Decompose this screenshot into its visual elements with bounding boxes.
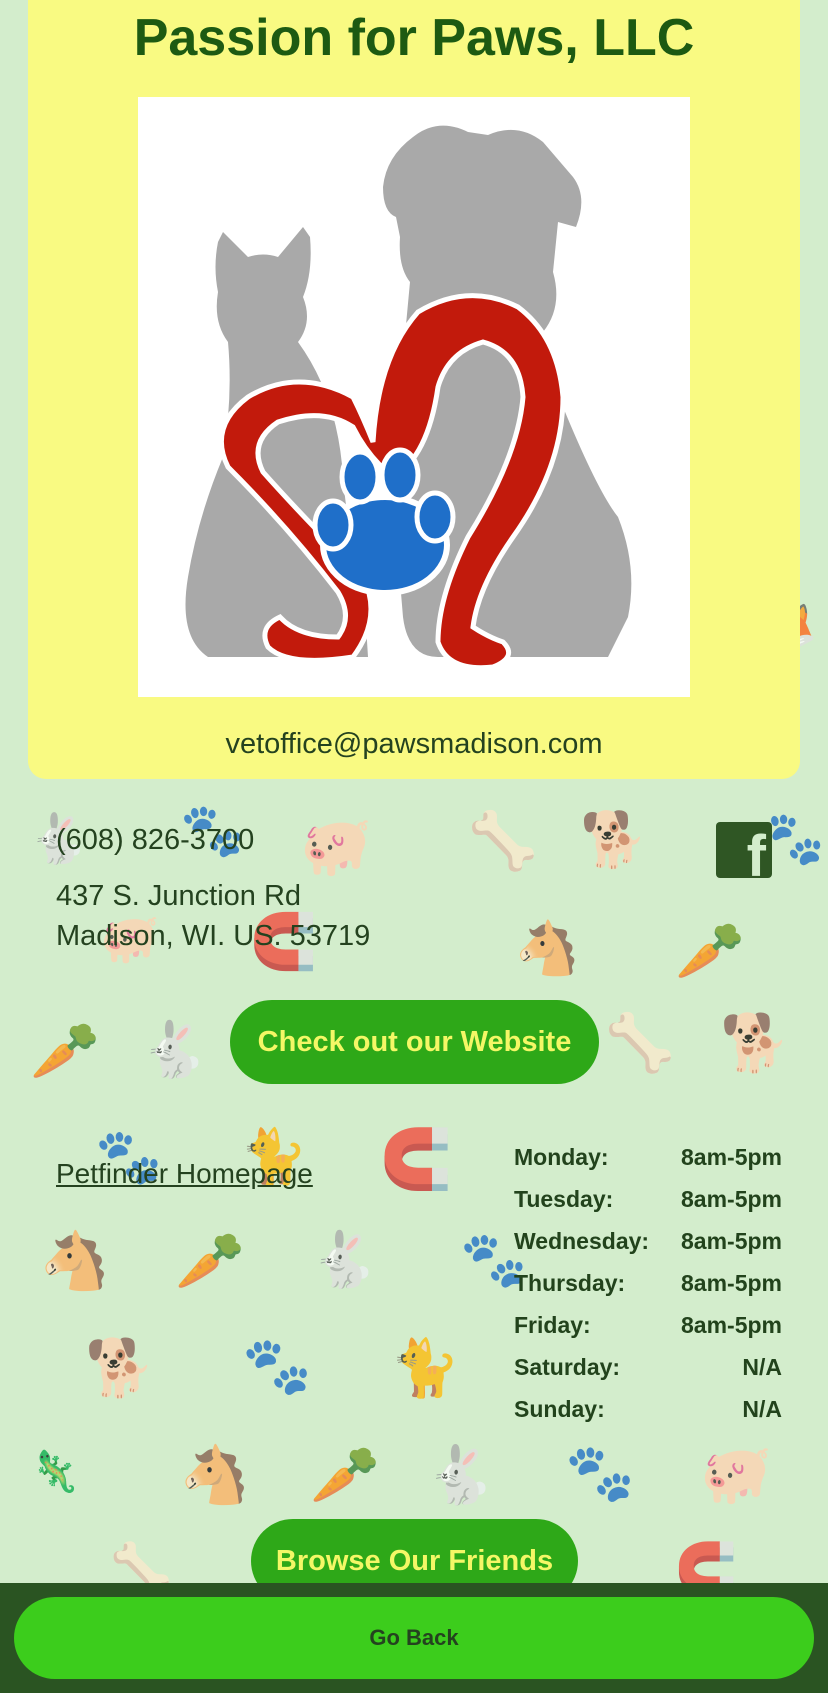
hours-row: Sunday: N/A xyxy=(514,1388,782,1430)
petfinder-link[interactable]: Petfinder Homepage xyxy=(56,1158,313,1190)
hours-day: Monday: xyxy=(514,1143,609,1170)
business-logo xyxy=(138,97,690,697)
go-back-button[interactable]: Go Back xyxy=(14,1597,814,1679)
business-header-card: Passion for Paws, LLC vetoffice@pawsmadi… xyxy=(28,0,800,779)
hours-day: Friday: xyxy=(514,1311,591,1338)
address-line-1: 437 S. Junction Rd xyxy=(56,880,302,912)
hours-time: 8am-5pm xyxy=(681,1143,782,1170)
business-hours: Monday: 8am-5pm Tuesday: 8am-5pm Wednesday… xyxy=(514,1136,782,1430)
cat-dog-heart-paw-icon xyxy=(185,125,632,671)
hours-row: Friday: 8am-5pm xyxy=(514,1304,782,1346)
hours-day: Saturday: xyxy=(514,1353,621,1380)
facebook-glyph: f xyxy=(746,824,766,879)
footer-bar: Go Back xyxy=(0,1583,828,1693)
hours-day: Tuesday: xyxy=(514,1185,614,1212)
hours-row: Saturday: N/A xyxy=(514,1346,782,1388)
hours-day: Wednesday: xyxy=(514,1227,650,1254)
hours-row: Monday: 8am-5pm xyxy=(514,1136,782,1178)
address-line-2: Madison, WI. US. 53719 xyxy=(56,920,371,952)
email-address[interactable]: vetoffice@pawsmadison.com xyxy=(28,728,800,761)
hours-time: 8am-5pm xyxy=(681,1227,782,1254)
phone-number[interactable]: (608) 826-3700 xyxy=(56,824,254,857)
facebook-icon[interactable]: f xyxy=(716,822,772,878)
hours-time: 8am-5pm xyxy=(681,1185,782,1212)
website-button[interactable]: Check out our Website xyxy=(230,1000,599,1084)
hours-day: Thursday: xyxy=(514,1269,626,1296)
hours-time: 8am-5pm xyxy=(681,1311,782,1338)
hours-row: Tuesday: 8am-5pm xyxy=(514,1178,782,1220)
hours-time: N/A xyxy=(742,1353,782,1380)
hours-time: N/A xyxy=(742,1395,782,1422)
hours-row: Thursday: 8am-5pm xyxy=(514,1262,782,1304)
hours-row: Wednesday: 8am-5pm xyxy=(514,1220,782,1262)
hours-time: 8am-5pm xyxy=(681,1269,782,1296)
hours-day: Sunday: xyxy=(514,1395,605,1422)
business-name: Passion for Paws, LLC xyxy=(133,9,695,67)
